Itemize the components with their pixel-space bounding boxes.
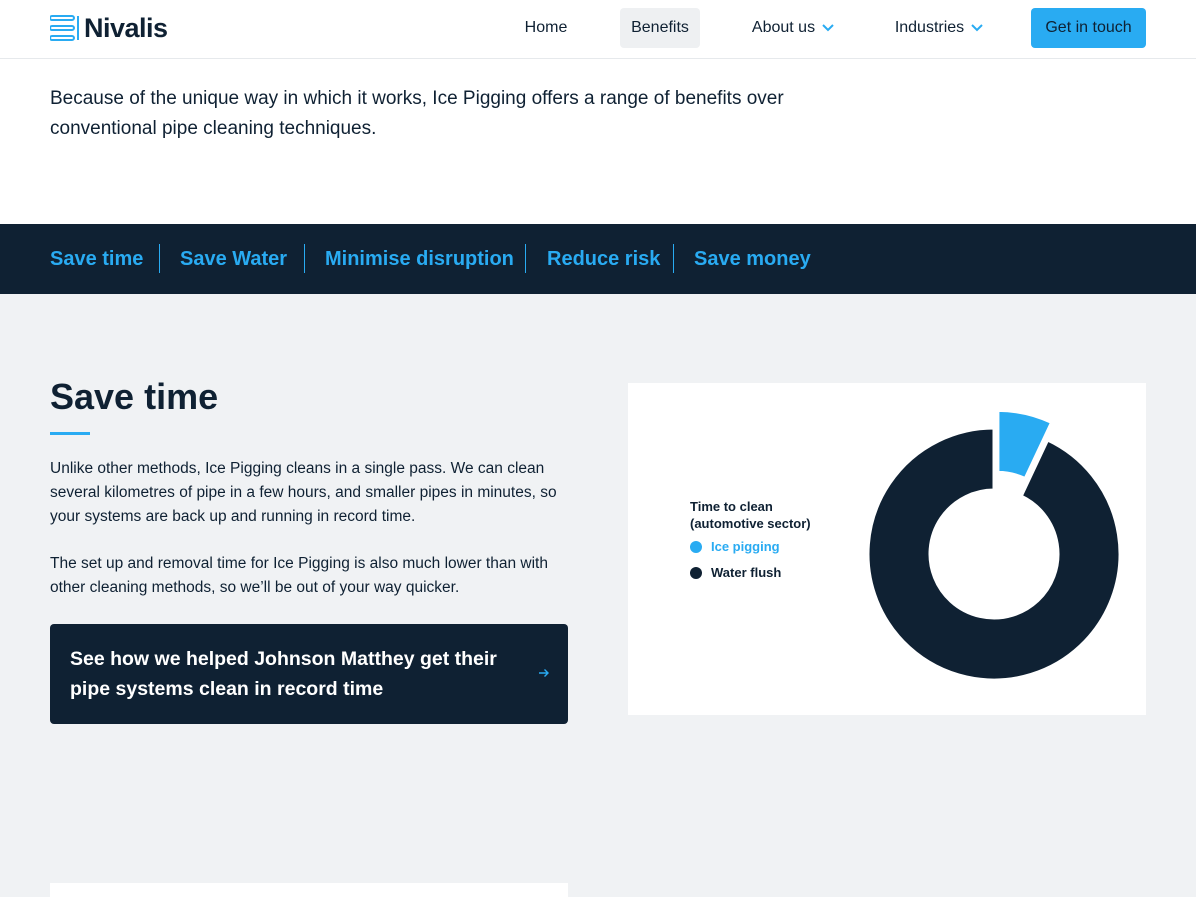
logo-text: Nivalis [84, 13, 168, 43]
tab-divider [159, 244, 160, 273]
nav-about-label: About us [751, 19, 816, 36]
tab-minimise-disruption[interactable]: Minimise disruption [325, 244, 514, 274]
nav-about-us[interactable]: About us [740, 8, 846, 48]
save-time-section: Save time Unlike other methods, Ice Pigg… [0, 294, 1196, 897]
tab-divider [673, 244, 674, 273]
chart-title: Time to clean (automotive sector) [690, 499, 811, 531]
arrow-right-icon [538, 666, 550, 684]
case-study-text: See how we helped Johnson Matthey get th… [70, 648, 497, 700]
next-card [50, 883, 568, 897]
benefits-tab-bar: Save time Save Water Minimise disruption… [0, 224, 1196, 294]
tab-divider [525, 244, 526, 273]
legend-label: Water flush [711, 565, 782, 580]
nav-benefits[interactable]: Benefits [620, 8, 700, 48]
legend-item-water-flush: Water flush [690, 565, 781, 581]
tab-reduce-risk[interactable]: Reduce risk [547, 244, 660, 274]
nav-home-label: Home [524, 19, 568, 36]
tab-divider [304, 244, 305, 273]
donut-slice-water-flush [866, 426, 1122, 682]
section-title: Save time [50, 376, 219, 417]
tab-save-money[interactable]: Save money [694, 244, 811, 274]
legend-dot [690, 567, 702, 579]
logo-mark-icon [50, 15, 79, 41]
legend-label: Ice pigging [711, 539, 780, 554]
site-header: Nivalis Home Benefits About us Industrie… [0, 0, 1196, 59]
intro-text: Because of the unique way in which it wo… [50, 88, 784, 139]
nav-benefits-label: Benefits [631, 19, 689, 36]
nav-industries-label: Industries [894, 19, 965, 36]
donut-chart [866, 408, 1122, 682]
case-study-link-card[interactable]: See how we helped Johnson Matthey get th… [50, 624, 568, 724]
chart-card: Time to clean (automotive sector) Ice pi… [628, 383, 1146, 715]
logo[interactable]: Nivalis [50, 13, 168, 43]
section-paragraph-2: The set up and removal time for Ice Pigg… [50, 555, 548, 596]
chevron-down-icon [822, 19, 834, 37]
legend-dot [690, 541, 702, 553]
chevron-down-icon [971, 19, 983, 37]
get-in-touch-button[interactable]: Get in touch [1031, 8, 1146, 48]
nav-industries[interactable]: Industries [884, 8, 994, 48]
legend-item-ice-pigging: Ice pigging [690, 539, 780, 555]
title-underline [50, 432, 90, 435]
nav-home[interactable]: Home [512, 8, 580, 48]
tab-save-water[interactable]: Save Water [180, 244, 287, 274]
tab-save-time[interactable]: Save time [50, 244, 143, 274]
section-paragraph-1: Unlike other methods, Ice Pigging cleans… [50, 460, 557, 525]
